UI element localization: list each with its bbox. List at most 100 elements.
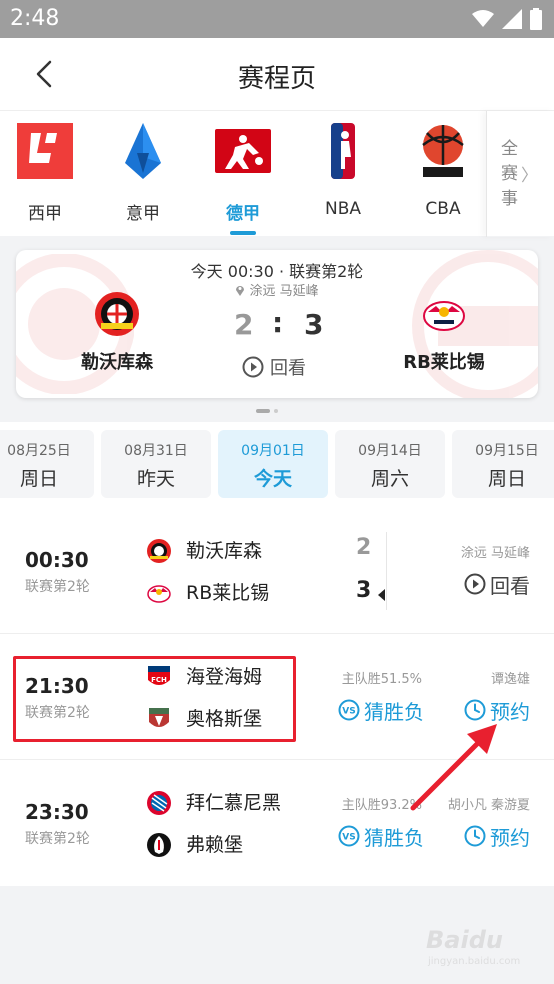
date-tab-active[interactable]: 09月01日 今天 [218, 430, 328, 498]
featured-replay-button[interactable]: 回看 [242, 354, 352, 380]
home-team: 勒沃库森 [146, 536, 346, 566]
nba-logo-icon [331, 123, 355, 179]
svg-text:VS: VS [342, 707, 355, 717]
laliga-logo-icon [17, 123, 73, 179]
red-arrow-annotation-icon [410, 724, 497, 811]
all-events-label: 全 赛 事 [501, 137, 521, 212]
play-circle-icon [464, 573, 486, 595]
tab-label: 意甲 [126, 204, 160, 224]
team-name: 勒沃库森 [186, 540, 263, 562]
all-events-char: 赛 [501, 164, 518, 184]
match-row[interactable]: 00:30 联赛第2轮 勒沃库森 RB莱比锡 2 3 涂远 马延峰 回看 [0, 508, 554, 634]
battery-icon [530, 8, 542, 30]
winner-indicator-icon [378, 589, 385, 601]
date-label: 08月31日 [124, 443, 188, 459]
date-tab[interactable]: 09月14日 周六 [335, 430, 445, 498]
carousel-dot-active [256, 409, 270, 413]
tab-label: NBA [324, 199, 361, 219]
team-name: 弗赖堡 [186, 834, 244, 856]
home-score: 2 [234, 308, 254, 341]
reserve-label: 预约 [490, 825, 530, 850]
away-score: 3 [304, 308, 324, 341]
play-circle-icon [242, 356, 264, 378]
featured-away-team: RB莱比锡 [384, 290, 504, 374]
away-score: 3 [356, 578, 372, 603]
chevron-right-icon: 〉 [521, 166, 538, 186]
weekday-label: 周六 [370, 468, 409, 490]
bayern-badge-icon [147, 791, 171, 815]
team-name: RB莱比锡 [186, 582, 270, 604]
tab-label: 德甲 [226, 204, 260, 224]
featured-score: 2 : 3 [234, 306, 324, 344]
tab-laliga[interactable]: 西甲 [0, 119, 90, 229]
date-tab[interactable]: 08月31日 昨天 [101, 430, 211, 498]
featured-match-card[interactable]: 今天 00:30 · 联赛第2轮 涂远 马延峰 勒沃库森 2 : 3 回看 RB… [16, 250, 538, 398]
date-tab[interactable]: 08月25日 周日 [0, 430, 94, 498]
replay-label: 回看 [270, 358, 306, 379]
home-team-name: 勒沃库森 [81, 352, 153, 373]
page-title: 赛程页 [237, 64, 316, 94]
baidu-watermark: Baidu jingyan.baidu.com [420, 926, 530, 972]
tab-label: CBA [425, 199, 461, 219]
tab-label: 西甲 [28, 204, 62, 224]
carousel-dot [274, 409, 278, 413]
weekday-label: 周日 [19, 468, 58, 490]
match-round: 联赛第2轮 [25, 579, 90, 595]
tab-cba[interactable]: CBA [398, 119, 488, 229]
win-probability: 主队胜51.5% [341, 672, 422, 687]
away-team: 弗赖堡 [146, 830, 346, 860]
weekday-label: 昨天 [136, 468, 175, 490]
home-score: 2 [356, 535, 372, 560]
replay-button[interactable]: 回看 [464, 570, 530, 598]
divider [386, 532, 387, 610]
tab-bundesliga[interactable]: 德甲 [198, 119, 288, 235]
replay-label: 回看 [490, 573, 530, 598]
vs-circle-icon: VS [338, 825, 360, 847]
home-team: 拜仁慕尼黑 [146, 788, 346, 818]
all-events-button[interactable]: 全 赛 事 〉 [486, 111, 554, 237]
tab-serie-a[interactable]: 意甲 [98, 119, 188, 229]
leverkusen-badge-icon [147, 539, 171, 563]
status-time: 2:48 [10, 6, 60, 31]
serie-a-logo-icon [125, 123, 161, 179]
wifi-icon [472, 10, 494, 27]
score-separator: : [272, 306, 284, 339]
date-tab[interactable]: 09月15日 周日 [452, 430, 554, 498]
team-name: 拜仁慕尼黑 [186, 792, 282, 814]
match-time: 23:30 [25, 800, 89, 824]
commentator-names: 涂远 马延峰 [249, 284, 319, 299]
watermark-brand: Baidu [426, 926, 503, 954]
watermark-url: jingyan.baidu.com [428, 956, 521, 967]
featured-home-team: 勒沃库森 [62, 290, 172, 374]
match-time: 00:30 [25, 548, 89, 572]
leverkusen-badge-icon [95, 292, 139, 336]
date-label: 09月15日 [475, 443, 539, 459]
status-bar: 2:48 [0, 0, 554, 38]
reserve-button[interactable]: 预约 [464, 822, 530, 850]
all-events-char: 全 [501, 139, 518, 159]
date-selector: 08月25日 周日 08月31日 昨天 09月01日 今天 09月14日 周六 … [0, 422, 554, 508]
cba-logo-icon [422, 125, 464, 177]
date-label: 09月01日 [241, 443, 305, 459]
tab-nba[interactable]: NBA [298, 119, 388, 229]
all-events-char: 事 [501, 189, 518, 209]
bundesliga-logo-icon [215, 129, 271, 173]
guess-button[interactable]: VS 猜胜负 [338, 822, 424, 850]
featured-match-info: 今天 00:30 · 联赛第2轮 [190, 262, 364, 281]
vs-circle-icon: VS [338, 699, 360, 721]
guess-label: 猜胜负 [364, 825, 424, 850]
away-team: RB莱比锡 [146, 578, 346, 608]
freiburg-badge-icon [147, 833, 171, 857]
status-icons [472, 8, 542, 30]
clock-icon [464, 825, 486, 847]
highlight-annotation-box [13, 656, 296, 742]
weekday-label: 今天 [253, 468, 292, 490]
commentator-names: 谭逸雄 [490, 672, 530, 687]
svg-text:VS: VS [342, 833, 355, 843]
leipzig-badge-icon [423, 301, 465, 331]
date-label: 09月14日 [358, 443, 422, 459]
commentator-names: 涂远 马延峰 [460, 546, 530, 561]
page-header: 赛程页 [0, 38, 554, 110]
match-round: 联赛第2轮 [25, 831, 90, 847]
location-pin-icon [236, 286, 245, 296]
